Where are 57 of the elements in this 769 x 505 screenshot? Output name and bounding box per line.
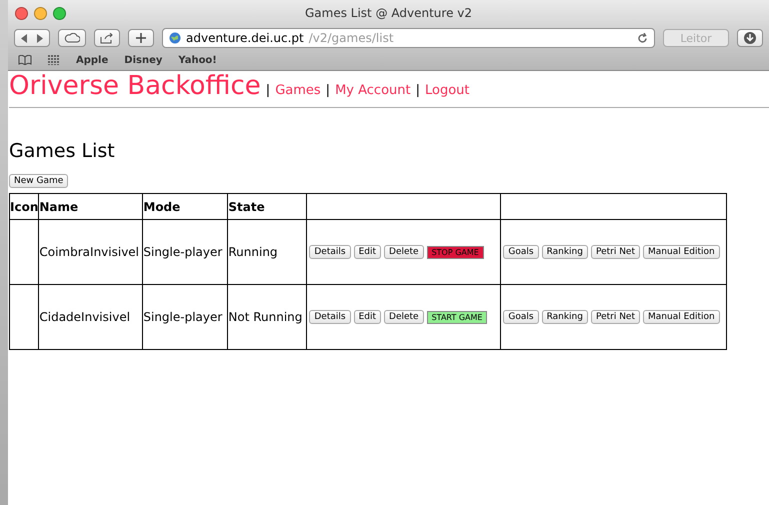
- separator: |: [416, 83, 420, 98]
- action-button[interactable]: Edit: [354, 245, 382, 259]
- column-header: Name: [38, 194, 143, 220]
- share-button[interactable]: [94, 29, 120, 47]
- bookmark-link[interactable]: Yahoo!: [178, 54, 217, 66]
- table-cell: Single-player: [142, 220, 228, 284]
- book-icon[interactable]: [18, 55, 32, 65]
- column-header: Mode: [142, 194, 228, 220]
- table-cell: CoimbraInvisivel: [38, 220, 143, 284]
- action-button[interactable]: Delete: [384, 310, 424, 324]
- address-field[interactable]: adventure.dei.uc.pt /v2/games/list: [162, 28, 655, 48]
- action-button[interactable]: Petri Net: [590, 310, 640, 324]
- action-button[interactable]: Edit: [354, 310, 382, 324]
- action-button[interactable]: Goals: [503, 245, 539, 259]
- new-game-button[interactable]: New Game: [9, 174, 68, 188]
- table-cell: Not Running: [228, 284, 307, 350]
- bookmark-link[interactable]: Apple: [76, 54, 108, 66]
- page-heading: Games List: [9, 140, 116, 162]
- nav-link[interactable]: Games: [275, 83, 321, 98]
- table-cell: CidadeInvisivel: [38, 284, 143, 350]
- column-header: Icon: [10, 194, 39, 220]
- window-title: Games List @ Adventure v2: [304, 6, 472, 20]
- nav-link[interactable]: My Account: [335, 83, 411, 98]
- separator: |: [266, 83, 270, 98]
- cloud-button[interactable]: [58, 29, 86, 47]
- action-button[interactable]: Ranking: [542, 310, 588, 324]
- start-game-button[interactable]: START GAME: [426, 310, 488, 324]
- share-icon: [100, 32, 114, 44]
- action-button[interactable]: Ranking: [542, 245, 588, 259]
- zoom-button[interactable]: [53, 6, 66, 20]
- site-title[interactable]: Oriverse Backoffice: [9, 71, 261, 101]
- separator: |: [326, 83, 330, 98]
- action-button[interactable]: Details: [309, 245, 351, 259]
- arrows-icon: [20, 34, 44, 42]
- download-icon: [744, 32, 756, 44]
- back-forward-button[interactable]: [14, 29, 50, 47]
- action-button[interactable]: Details: [309, 310, 351, 324]
- action-button[interactable]: Manual Edition: [643, 310, 720, 324]
- reload-icon[interactable]: [637, 32, 648, 44]
- download-button[interactable]: [737, 29, 763, 47]
- action-button[interactable]: Petri Net: [590, 245, 640, 259]
- table-cell: Running: [228, 220, 307, 284]
- column-header: State: [228, 194, 307, 220]
- plus-icon: [136, 33, 146, 43]
- table-cell: Single-player: [142, 284, 228, 350]
- globe-icon: [169, 32, 181, 44]
- action-button[interactable]: Manual Edition: [643, 245, 720, 259]
- new-tab-button[interactable]: [128, 29, 154, 47]
- nav-link[interactable]: Logout: [424, 83, 470, 98]
- action-button[interactable]: Delete: [384, 245, 424, 259]
- minimize-button[interactable]: [34, 6, 47, 20]
- stop-game-button[interactable]: STOP GAME: [426, 246, 484, 258]
- cloud-icon: [64, 33, 80, 43]
- close-button[interactable]: [15, 6, 28, 20]
- grid-icon[interactable]: [48, 55, 60, 65]
- bookmark-link[interactable]: Disney: [124, 54, 162, 66]
- action-button[interactable]: Goals: [503, 310, 539, 324]
